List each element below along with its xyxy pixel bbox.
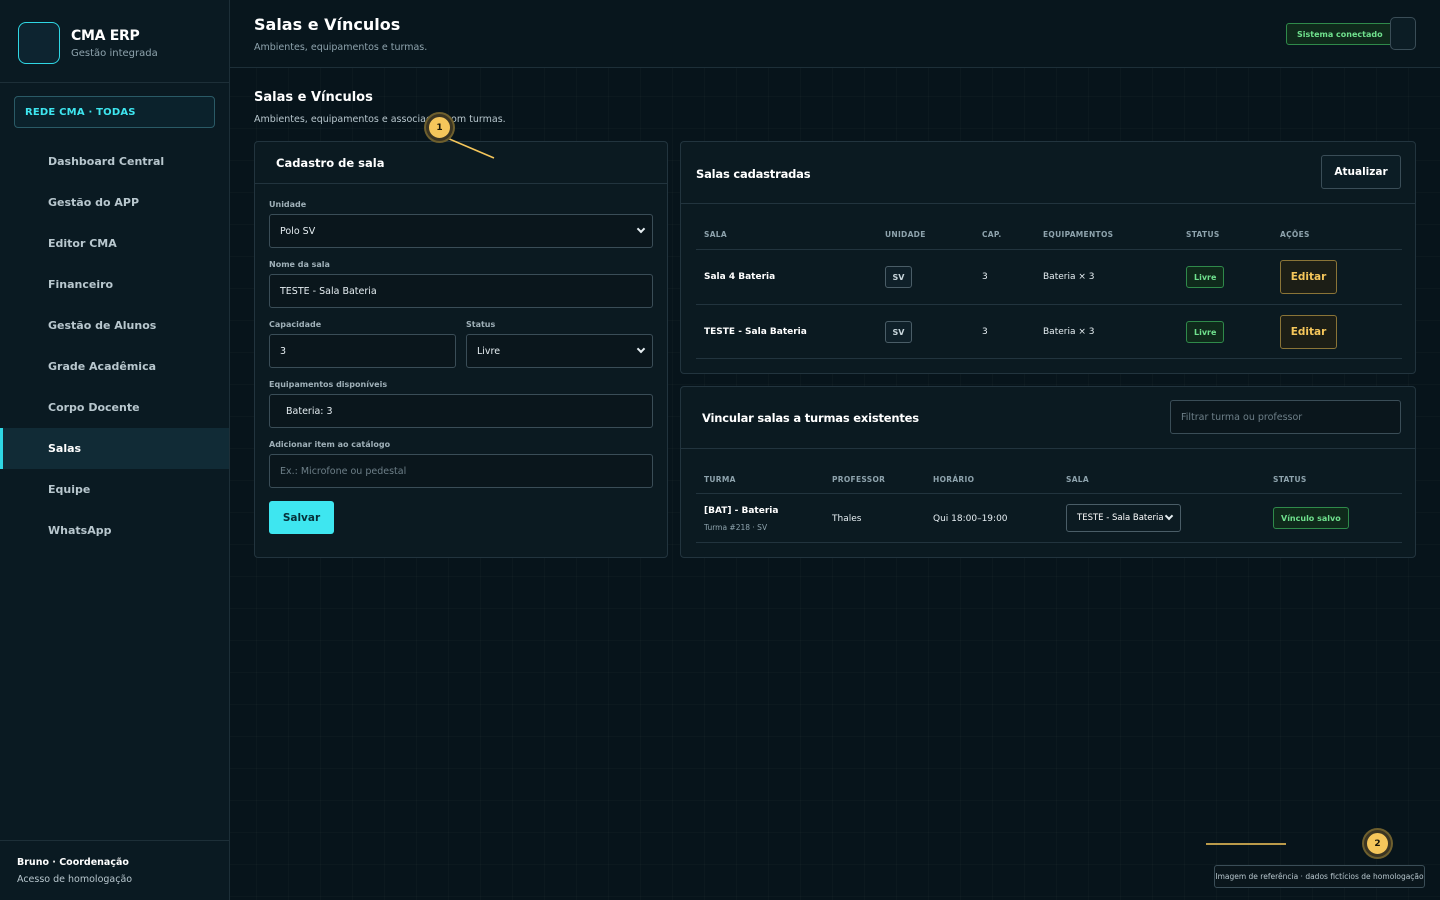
filter-input[interactable]: Filtrar turma ou professor [1170, 400, 1401, 434]
page-subtitle: Ambientes, equipamentos e turmas. [254, 42, 428, 53]
divider [0, 840, 229, 841]
column-header-status: STATUS [1186, 230, 1220, 239]
divider [255, 183, 667, 184]
link-title: Vincular salas a turmas existentes [702, 411, 919, 425]
status-badge: Livre [1186, 266, 1225, 288]
sidebar-item-editor[interactable]: Editor CMA [0, 223, 229, 264]
catalog-label: Adicionar item ao catálogo [269, 440, 391, 449]
annotation-marker-2: 2 [1364, 830, 1391, 857]
sidebar-item-alunos[interactable]: Gestão de Alunos [0, 305, 229, 346]
sidebar-item-dashboard[interactable]: Dashboard Central [0, 141, 229, 182]
divider [696, 493, 1402, 494]
room-select[interactable]: TESTE - Sala Bateria [1066, 504, 1181, 532]
column-header-equipamentos: EQUIPAMENTOS [1043, 230, 1114, 239]
unit-badge: SV [885, 266, 912, 288]
chevron-down-icon [636, 224, 646, 234]
chevron-down-icon [1164, 511, 1174, 521]
user-role: Acesso de homologação [17, 874, 133, 885]
annotation-marker-1: 1 [426, 114, 453, 141]
form-title: Cadastro de sala [276, 156, 385, 170]
room-equipment: Bateria × 3 [1043, 327, 1095, 337]
sidebar-item-grade[interactable]: Grade Acadêmica [0, 346, 229, 387]
divider [696, 304, 1402, 305]
brand-title: CMA ERP [71, 27, 140, 44]
room-capacity: 3 [982, 327, 988, 337]
status-select[interactable]: Livre [466, 334, 653, 368]
refresh-button[interactable]: Atualizar [1321, 155, 1401, 189]
divider [0, 82, 229, 83]
column-header-sala: SALA [1066, 475, 1089, 484]
header-menu-button[interactable] [1390, 17, 1416, 50]
section-title: Salas e Vínculos [254, 90, 373, 105]
status-badge: Livre [1186, 321, 1225, 343]
status-select-value: Livre [477, 345, 501, 357]
column-header-cap: CAP. [982, 230, 1002, 239]
divider [696, 542, 1402, 543]
room-equipment: Bateria × 3 [1043, 272, 1095, 282]
column-header-unidade: UNIDADE [885, 230, 926, 239]
connection-status-badge: Sistema conectado [1286, 23, 1394, 45]
sidebar: CMA ERP Gestão integrada REDE CMA · TODA… [0, 0, 230, 900]
reference-note: Imagem de referência · dados fictícios d… [1214, 865, 1425, 888]
divider [681, 203, 1415, 204]
equipment-input[interactable]: Bateria: 3 [269, 394, 653, 428]
room-capacity: 3 [982, 272, 988, 282]
page-title: Salas e Vínculos [254, 15, 401, 34]
teacher-name: Thales [832, 514, 862, 524]
room-select-value: TESTE - Sala Bateria [1077, 513, 1164, 523]
column-header-horario: HORÁRIO [933, 475, 975, 484]
equipment-label: Equipamentos disponíveis [269, 380, 388, 389]
room-name-label: Nome da sala [269, 260, 330, 269]
rooms-panel: Salas cadastradas Atualizar SALA UNIDADE… [680, 141, 1416, 374]
column-header-status: STATUS [1273, 475, 1307, 484]
top-header: Salas e Vínculos Ambientes, equipamentos… [230, 0, 1440, 68]
column-header-turma: TURMA [704, 475, 736, 484]
column-header-professor: PROFESSOR [832, 475, 886, 484]
capacity-input[interactable]: 3 [269, 334, 456, 368]
catalog-input[interactable]: Ex.: Microfone ou pedestal [269, 454, 653, 488]
room-name: TESTE - Sala Bateria [704, 327, 807, 337]
sidebar-item-app[interactable]: Gestão do APP [0, 182, 229, 223]
divider [681, 448, 1415, 449]
save-button[interactable]: Salvar [269, 501, 334, 534]
edit-button[interactable]: Editar [1280, 260, 1337, 294]
room-form-panel: Cadastro de sala Unidade Polo SV Nome da… [254, 141, 668, 558]
brand-logo [18, 22, 60, 64]
class-name: [BAT] - Bateria [704, 506, 779, 516]
class-subtitle: Turma #218 · SV [704, 523, 768, 532]
rooms-title: Salas cadastradas [696, 167, 811, 181]
network-selector[interactable]: REDE CMA · TODAS [14, 96, 215, 128]
sidebar-nav: Dashboard Central Gestão do APP Editor C… [0, 141, 229, 551]
sidebar-item-whatsapp[interactable]: WhatsApp [0, 510, 229, 551]
class-schedule: Qui 18:00–19:00 [933, 514, 1008, 524]
room-name: Sala 4 Bateria [704, 272, 776, 282]
sidebar-item-salas[interactable]: Salas [0, 428, 229, 469]
room-link-panel: Vincular salas a turmas existentes Filtr… [680, 386, 1416, 558]
status-label: Status [466, 320, 496, 329]
edit-button[interactable]: Editar [1280, 315, 1337, 349]
brand-subtitle: Gestão integrada [71, 47, 158, 59]
capacity-label: Capacidade [269, 320, 322, 329]
brand: CMA ERP Gestão integrada [18, 22, 158, 64]
room-name-input[interactable]: TESTE - Sala Bateria [269, 274, 653, 308]
section-subtitle: Ambientes, equipamentos e associação com… [254, 114, 506, 125]
status-badge: Vínculo salvo [1273, 507, 1349, 529]
unit-label: Unidade [269, 200, 307, 209]
column-header-acoes: AÇÕES [1280, 230, 1310, 239]
sidebar-item-equipe[interactable]: Equipe [0, 469, 229, 510]
sidebar-item-financeiro[interactable]: Financeiro [0, 264, 229, 305]
sidebar-item-docentes[interactable]: Corpo Docente [0, 387, 229, 428]
user-name: Bruno · Coordenação [17, 857, 129, 868]
unit-badge: SV [885, 321, 912, 343]
divider [696, 358, 1402, 359]
chevron-down-icon [636, 344, 646, 354]
unit-select[interactable]: Polo SV [269, 214, 653, 248]
divider [696, 249, 1402, 250]
column-header-sala: SALA [704, 230, 727, 239]
unit-select-value: Polo SV [280, 225, 316, 237]
